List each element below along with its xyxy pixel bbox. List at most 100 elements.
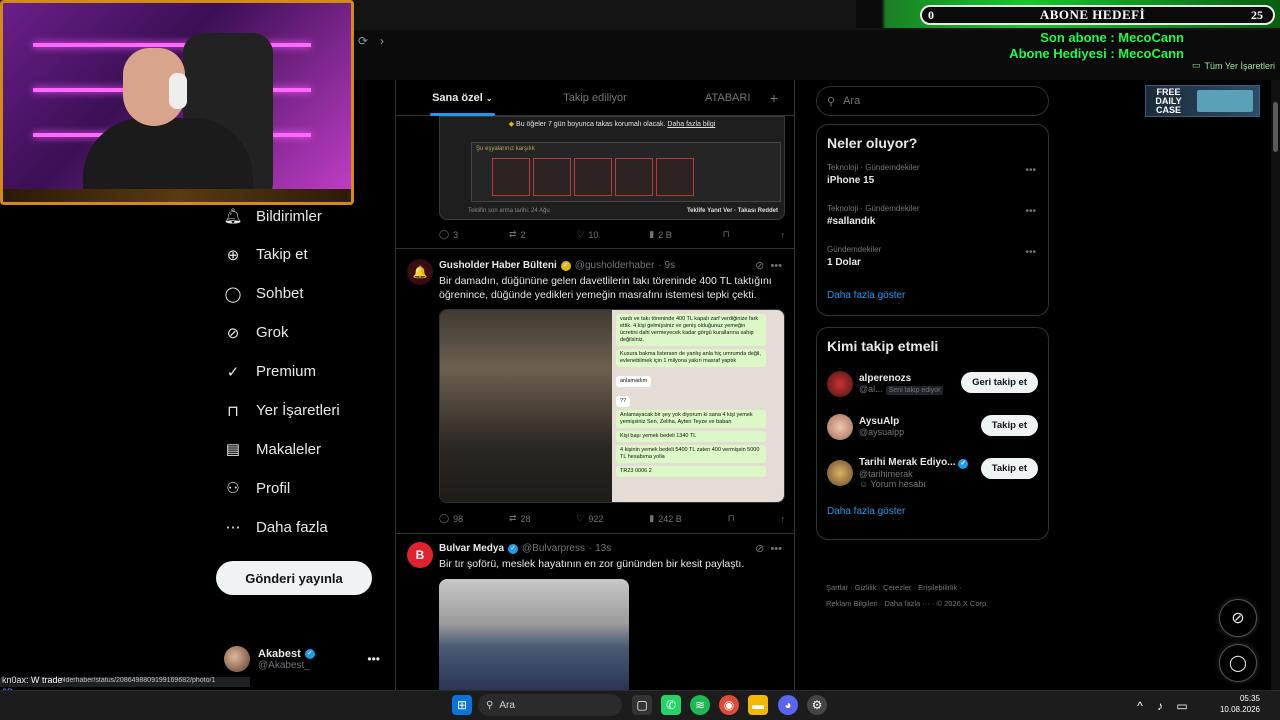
reply-icon: ◯ — [439, 513, 450, 523]
retweet-count: 28 — [520, 513, 531, 524]
webcam-frame-badge — [3, 189, 351, 202]
avatar[interactable]: B — [407, 542, 433, 568]
nav-item-grok[interactable]: ⊘ Grok — [224, 324, 289, 342]
app-icon[interactable]: ⚙ — [807, 695, 827, 715]
avatar — [224, 646, 250, 672]
tweet-time[interactable]: · 9s — [658, 260, 675, 271]
refresh-icon[interactable]: ⟳ — [358, 34, 368, 48]
nav-item-more-circle[interactable]: ⋯ Daha fazla — [224, 518, 328, 537]
trend-item[interactable]: Teknoloji · Gündemdekiler iPhone 15 ••• — [817, 159, 1048, 200]
more-icon[interactable]: ••• — [1025, 247, 1036, 258]
follow-suggestion[interactable]: Tarihi Merak Ediyo... ✓ @tarihimerak ☺ Y… — [817, 448, 1048, 498]
all-bookmarks[interactable]: ▭ Tüm Yer İşaretleri — [1192, 60, 1275, 71]
tweet-time[interactable]: · 13s — [589, 543, 611, 554]
search-box[interactable]: ⚲ Ara — [816, 86, 1049, 116]
tweet-media-truck[interactable] — [439, 579, 629, 690]
nav-item-profile[interactable]: ⚇ Profil — [224, 479, 290, 498]
search-input[interactable]: Ara — [843, 95, 860, 107]
grok-icon: ⊘ — [1231, 610, 1245, 627]
avatar[interactable]: 🔔 — [407, 259, 433, 285]
trade-more-link: Daha fazla bilgi — [667, 121, 716, 128]
skin-item — [656, 158, 694, 196]
network-icon[interactable]: ▭ — [1172, 696, 1192, 716]
reply-button[interactable]: ◯ 3 — [439, 229, 458, 240]
trend-item[interactable]: Gündemdekiler 1 Dolar ••• — [817, 241, 1048, 282]
follow-suggestion[interactable]: alperenozs @al... Seni takip ediyor Geri … — [817, 362, 1048, 405]
trends-list: Teknoloji · Gündemdekiler iPhone 15 ••• Tek… — [817, 159, 1048, 282]
author-handle[interactable]: @gusholderhaber — [575, 260, 655, 271]
message-icon: ◯ — [1229, 655, 1247, 672]
nav-item-bell[interactable]: 🔔︎ Bildirimler — [223, 207, 321, 226]
nav-item-person-add[interactable]: ⊕ Takip et — [224, 246, 308, 264]
goal-title: ABONE HEDEFİ — [1039, 7, 1146, 22]
reply-count: 98 — [453, 513, 464, 524]
discord-icon[interactable]: ◕ — [778, 695, 798, 715]
tab-for-you[interactable]: Sana özel ⌄ — [396, 80, 529, 116]
retweet-button[interactable]: ⇄ 2 — [509, 229, 526, 240]
footer-line[interactable]: Şartlar · Gizlilik · Çerezler · Erişileb… — [826, 580, 1046, 596]
author-name[interactable]: Gusholder Haber Bülteni — [439, 260, 557, 271]
trade-note: ◆ Bu öğeler 7 gün boyunca takas korumalı… — [439, 120, 785, 128]
follow-button[interactable]: Takip et — [980, 415, 1038, 436]
heart-icon: ♡ — [576, 513, 585, 523]
views-button[interactable]: ▮ 242 B — [649, 513, 681, 524]
who-show-more[interactable]: Daha fazla göster — [817, 498, 1048, 525]
more-icon[interactable]: ••• — [1025, 165, 1036, 176]
chevron-up-icon[interactable]: ^ — [1130, 696, 1150, 716]
scrollbar-thumb[interactable] — [1273, 102, 1278, 152]
task-view-icon[interactable]: ▢ — [632, 695, 652, 715]
file-explorer-icon[interactable]: ▬ — [748, 695, 768, 715]
share-button[interactable]: ↑ — [781, 514, 786, 524]
search-icon: ⚲ — [827, 95, 836, 108]
trends-show-more[interactable]: Daha fazla göster — [817, 282, 1048, 309]
author-handle[interactable]: @Bulvarpress — [522, 543, 585, 554]
tweet-actions: ◯ 98 ⇄ 28 ♡ 922 ▮ 242 B ⊓ ↑ — [439, 513, 785, 524]
case-image — [1197, 90, 1253, 112]
taskbar-search[interactable]: ⚲ Ara — [478, 694, 622, 716]
scrollbar[interactable] — [1271, 80, 1280, 690]
follow-button[interactable]: Takip et — [980, 458, 1038, 479]
folder-icon: ▭ — [1192, 60, 1201, 70]
bookmark-button[interactable]: ⊓ — [723, 229, 730, 240]
nav-item-article[interactable]: ▤ Makaleler — [224, 440, 321, 459]
chrome-icon[interactable]: ◉ — [719, 695, 739, 715]
taskbar-search-label: Ara — [499, 699, 515, 711]
footer-line[interactable]: Reklam Bilgileri · Daha fazla ··· · © 20… — [826, 596, 1046, 612]
more-icon[interactable]: ••• — [1025, 206, 1036, 217]
author-name[interactable]: Bulvar Medya — [439, 543, 504, 554]
nav-item-chat[interactable]: ◯ Sohbet — [224, 285, 304, 303]
like-button[interactable]: ♡ 922 — [576, 513, 603, 524]
microphone-icon[interactable]: ♪ — [1150, 696, 1170, 716]
like-button[interactable]: ♡ 10 — [576, 229, 598, 240]
retweet-button[interactable]: ⇄ 28 — [509, 513, 531, 524]
windows-start-icon[interactable]: ⊞ — [452, 695, 472, 715]
taskbar-clock[interactable]: 05:35 10.08.2026 — [1200, 693, 1260, 715]
add-tab-icon[interactable]: + — [770, 90, 778, 106]
more-icon[interactable]: ••• — [367, 652, 380, 666]
tab-following[interactable]: Takip ediliyor — [529, 80, 662, 116]
share-button[interactable]: ↑ — [780, 230, 785, 240]
suggestion-name: alperenozs — [859, 373, 912, 384]
nav-item-premium[interactable]: ✓ Premium — [224, 363, 316, 381]
trade-actions: Teklife Yanıt Ver · Takası Reddet — [686, 208, 778, 214]
whatsapp-icon[interactable]: ✆ — [661, 695, 681, 715]
bookmark-button[interactable]: ⊓ — [728, 513, 735, 524]
grok-icon[interactable]: ⊘ ••• — [755, 542, 782, 555]
post-button[interactable]: Gönderi yayınla — [216, 561, 372, 595]
tweet-header: Gusholder Haber Bülteni ✓ @gusholderhabe… — [439, 260, 675, 271]
views-button[interactable]: ▮ 2 B — [649, 229, 671, 240]
follow-back-button[interactable]: Geri takip et — [961, 372, 1038, 393]
tweet-media-wedding[interactable]: vardı ve takı töreninde 400 TL kapalı za… — [439, 309, 785, 503]
grok-icon[interactable]: ⊘ ••• — [755, 259, 782, 272]
extension-icon[interactable]: › — [380, 34, 384, 48]
nav-item-bookmark[interactable]: ⊓ Yer İşaretleri — [224, 402, 340, 420]
spotify-icon[interactable]: ≋ — [690, 695, 710, 715]
daily-case-ad[interactable]: FREE DAILY CASE — [1145, 85, 1260, 117]
grok-floating-button[interactable]: ⊘ — [1219, 599, 1257, 637]
account-switcher[interactable]: Akabest ✓ @Akabest_ ••• — [224, 644, 384, 674]
tweet-text: Bir damadın, düğününe gelen davetlilerin… — [439, 275, 772, 301]
follow-suggestion[interactable]: AysuAlp @aysualpp Takip et — [817, 405, 1048, 448]
reply-button[interactable]: ◯ 98 — [439, 513, 463, 524]
messages-floating-button[interactable]: ◯ — [1219, 644, 1257, 682]
trend-item[interactable]: Teknoloji · Gündemdekiler #sallandık ••• — [817, 200, 1048, 241]
